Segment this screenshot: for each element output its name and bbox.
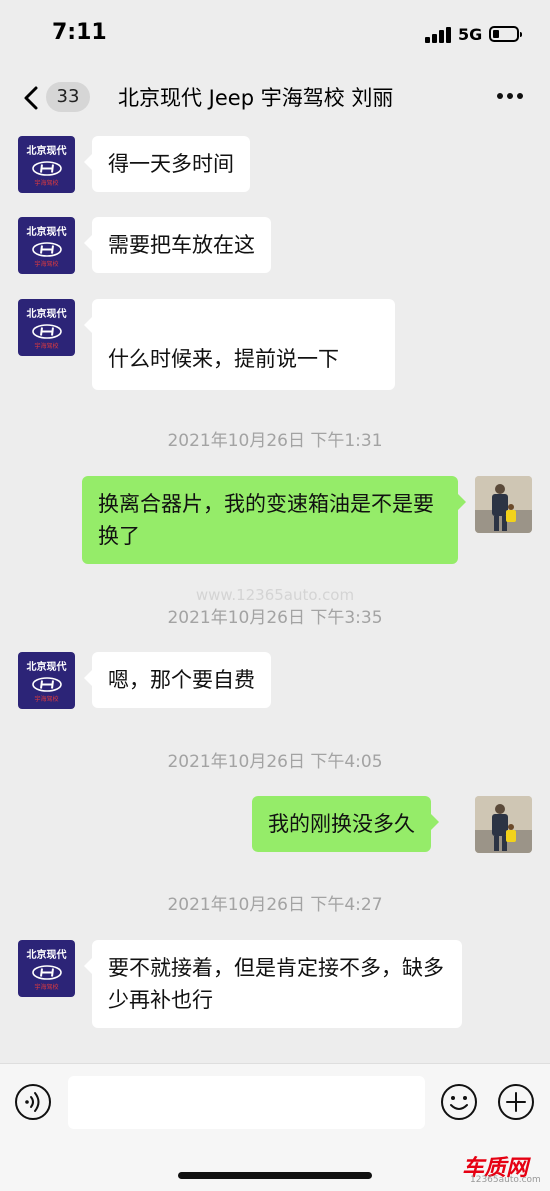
- message-bubble-received[interactable]: 嗯，那个要自费: [84, 652, 271, 708]
- avatar-brand-text: 北京现代: [26, 309, 67, 320]
- contact-avatar[interactable]: 北京现代 宇海驾校: [18, 136, 75, 193]
- avatar-brand-text: 北京现代: [26, 146, 67, 157]
- avatar-sub-text: 宇海驾校: [34, 261, 59, 268]
- message-text: 要不就接着，但是肯定接不多，缺多少再补也行: [108, 956, 444, 1012]
- message-bubble-received[interactable]: 得一天多时间: [84, 136, 250, 192]
- site-url: 12365auto.com: [470, 1175, 541, 1185]
- message-bubble-received[interactable]: 什么时候来，提前说一下: [84, 299, 395, 390]
- hyundai-logo-icon: [31, 324, 62, 339]
- chat-header: 33 北京现代 Jeep 宇海驾校 刘丽: [0, 68, 550, 128]
- user-photo-icon: [475, 476, 532, 533]
- user-photo-icon: [475, 796, 532, 853]
- my-avatar[interactable]: [475, 476, 532, 533]
- avatar-brand-text: 北京现代: [26, 662, 67, 673]
- avatar-brand-text: 北京现代: [26, 227, 67, 238]
- avatar-sub-text: 宇海驾校: [34, 696, 59, 703]
- timestamp: 2021年10月26日 下午1:31: [167, 431, 383, 451]
- hyundai-logo-icon: [31, 965, 62, 980]
- message-bubble-sent[interactable]: 我的刚换没多久: [252, 796, 439, 852]
- unread-count-badge[interactable]: 33: [46, 82, 90, 112]
- message-bubble-sent[interactable]: 换离合器片，我的变速箱油是不是要换了: [82, 476, 466, 564]
- hyundai-logo-icon: [31, 161, 62, 176]
- home-indicator[interactable]: [178, 1172, 372, 1179]
- battery-icon: [489, 26, 522, 42]
- message-text: 换离合器片，我的变速箱油是不是要换了: [98, 492, 434, 548]
- signal-icon: [425, 27, 451, 43]
- contact-avatar[interactable]: 北京现代 宇海驾校: [18, 217, 75, 274]
- message-list[interactable]: 北京现代 宇海驾校 得一天多时间 北京现代 宇海驾校 需要把车放在这 北京现代 …: [0, 128, 550, 1063]
- message-text: 需要把车放在这: [108, 233, 255, 257]
- message-text: 什么时候来，提前说一下: [108, 347, 339, 371]
- avatar-sub-text: 宇海驾校: [34, 984, 59, 991]
- message-bubble-received[interactable]: 需要把车放在这: [84, 217, 271, 273]
- my-avatar[interactable]: [475, 796, 532, 853]
- message-text: 得一天多时间: [108, 152, 234, 176]
- contact-avatar[interactable]: 北京现代 宇海驾校: [18, 940, 75, 997]
- message-input[interactable]: [68, 1076, 425, 1129]
- contact-avatar[interactable]: 北京现代 宇海驾校: [18, 299, 75, 356]
- network-type: 5G: [458, 25, 483, 44]
- status-time: 7:11: [52, 20, 107, 45]
- message-text: 我的刚换没多久: [268, 812, 415, 836]
- hyundai-logo-icon: [31, 242, 62, 257]
- status-bar: 7:11 5G: [0, 0, 550, 68]
- chat-title: 北京现代 Jeep 宇海驾校 刘丽: [118, 86, 394, 110]
- emoji-icon[interactable]: [440, 1083, 478, 1121]
- voice-icon[interactable]: [14, 1083, 52, 1121]
- avatar-sub-text: 宇海驾校: [34, 343, 59, 350]
- back-chevron-icon[interactable]: [18, 82, 48, 114]
- avatar-brand-text: 北京现代: [26, 950, 67, 961]
- timestamp: 2021年10月26日 下午4:27: [167, 895, 383, 915]
- hyundai-logo-icon: [31, 677, 62, 692]
- plus-icon[interactable]: [497, 1083, 535, 1121]
- timestamp: 2021年10月26日 下午3:35: [167, 608, 383, 628]
- timestamp: 2021年10月26日 下午4:05: [167, 752, 383, 772]
- contact-avatar[interactable]: 北京现代 宇海驾校: [18, 652, 75, 709]
- more-dots-icon[interactable]: [492, 84, 528, 108]
- message-bubble-received[interactable]: 要不就接着，但是肯定接不多，缺多少再补也行: [84, 940, 462, 1028]
- site-watermark: www.12365auto.com: [195, 586, 355, 604]
- avatar-sub-text: 宇海驾校: [34, 180, 59, 187]
- message-text: 嗯，那个要自费: [108, 668, 255, 692]
